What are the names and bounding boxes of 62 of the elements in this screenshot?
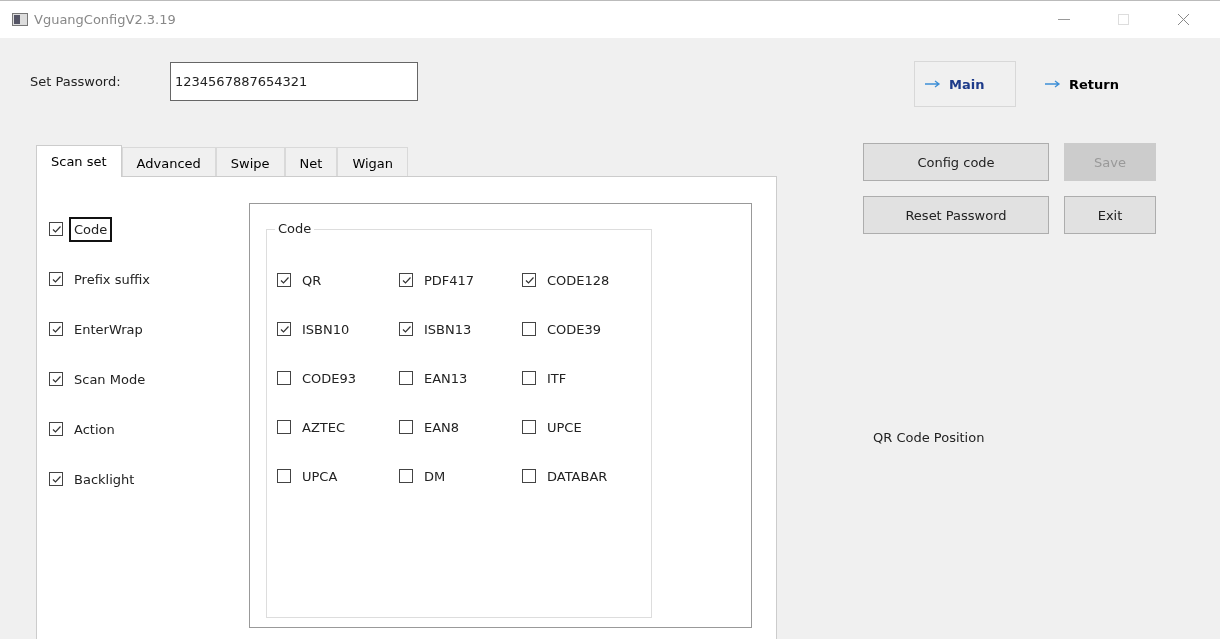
group-title: Code [275, 221, 315, 236]
checkbox[interactable] [49, 472, 63, 486]
checkbox-label[interactable]: ISBN10 [297, 316, 355, 342]
qr-position-label: QR Code Position [873, 430, 986, 445]
checkbox-label[interactable]: UPCE [542, 414, 587, 440]
checkbox-label[interactable]: ITF [542, 365, 572, 391]
checkbox[interactable] [522, 469, 536, 483]
checkbox-label[interactable]: CODE128 [542, 267, 615, 293]
checkbox-label[interactable]: Backlight [69, 466, 140, 492]
checkbox-label[interactable]: ISBN13 [419, 316, 477, 342]
checkbox[interactable] [277, 273, 291, 287]
checkbox-label[interactable]: Action [69, 416, 120, 442]
nav-button[interactable]: Main [914, 61, 1016, 107]
checkbox[interactable] [399, 371, 413, 385]
checkbox-label[interactable]: PDF417 [419, 267, 480, 293]
window-title: VguangConfigV2.3.19 [34, 12, 176, 27]
checkbox[interactable] [522, 273, 536, 287]
checkbox-label[interactable]: CODE93 [297, 365, 362, 391]
checkbox-label[interactable]: DATABAR [542, 463, 613, 489]
checkbox-label[interactable]: AZTEC [297, 414, 351, 440]
checkbox-label[interactable]: DM [419, 463, 451, 489]
checkbox-label[interactable]: CODE39 [542, 316, 607, 342]
checkbox-label[interactable]: EAN13 [419, 365, 473, 391]
checkbox-label[interactable]: Prefix suffix [69, 266, 155, 292]
minimize-icon[interactable] [1058, 18, 1070, 21]
nav-button[interactable]: Return [1034, 61, 1136, 107]
checkbox[interactable] [522, 420, 536, 434]
action-button[interactable]: Reset Password [863, 196, 1049, 234]
tab[interactable]: Net [284, 147, 338, 178]
checkbox[interactable] [399, 469, 413, 483]
action-button[interactable]: Exit [1064, 196, 1156, 234]
checkbox[interactable] [399, 420, 413, 434]
checkbox-label[interactable]: QR [297, 267, 327, 293]
checkbox[interactable] [277, 322, 291, 336]
checkbox[interactable] [49, 272, 63, 286]
tab[interactable]: Wigan [337, 147, 409, 178]
app-icon [12, 13, 28, 26]
checkbox-label[interactable]: Scan Mode [69, 366, 151, 392]
tab[interactable]: Scan set [36, 145, 122, 177]
checkbox[interactable] [399, 322, 413, 336]
password-field[interactable]: 1234567887654321 [170, 62, 418, 101]
checkbox[interactable] [49, 322, 63, 336]
checkbox[interactable] [49, 372, 63, 386]
password-label: Set Password: [30, 74, 122, 89]
checkbox[interactable] [277, 371, 291, 385]
checkbox[interactable] [399, 273, 413, 287]
checkbox-label[interactable]: EnterWrap [69, 316, 148, 342]
checkbox-label[interactable]: Code [69, 216, 113, 242]
action-button[interactable]: Config code [863, 143, 1049, 181]
tab[interactable]: Swipe [215, 147, 285, 178]
checkbox[interactable] [522, 371, 536, 385]
close-icon[interactable] [1177, 13, 1190, 26]
arrow-icon [925, 80, 941, 88]
checkbox-label[interactable]: EAN8 [419, 414, 465, 440]
arrow-icon [1045, 80, 1061, 88]
checkbox[interactable] [49, 222, 63, 236]
checkbox[interactable] [49, 422, 63, 436]
checkbox-label[interactable]: UPCA [297, 463, 343, 489]
checkbox[interactable] [522, 322, 536, 336]
tab[interactable]: Advanced [121, 147, 216, 178]
checkbox[interactable] [277, 469, 291, 483]
checkbox[interactable] [277, 420, 291, 434]
